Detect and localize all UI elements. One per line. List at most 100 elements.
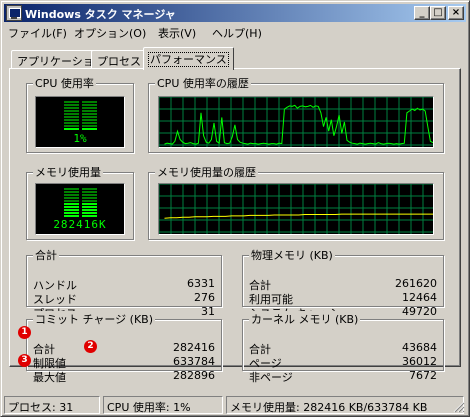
tab-processes[interactable]: プロセス	[91, 50, 147, 69]
memory-usage-meter: 282416K	[35, 183, 125, 235]
memory-history-title: メモリ使用量の履歴	[155, 164, 258, 180]
memory-meter-segment	[64, 188, 79, 190]
close-button[interactable]: ×	[448, 6, 464, 20]
totals-row-threads: スレッド 276	[33, 291, 215, 306]
cpu-meter-segment	[82, 113, 97, 115]
cpu-meter-segment	[64, 110, 79, 112]
tab-performance-label: パフォーマンス	[148, 52, 229, 67]
physical-memory-row-available: 利用可能 12464	[249, 291, 437, 306]
commit-charge-row-total: 合計 282416	[33, 341, 215, 356]
kernel-memory-group: カーネル メモリ (KB) 合計 43684 ページ 36012 非ページ 76…	[242, 311, 444, 384]
memory-meter-segment	[82, 209, 97, 211]
cpu-history-line	[164, 104, 433, 145]
callout-2: 2	[84, 340, 97, 353]
memory-history-plot	[159, 184, 433, 234]
cpu-usage-title: CPU 使用率	[33, 75, 96, 91]
memory-meter-segment	[82, 191, 97, 193]
memory-meter-segment	[64, 191, 79, 193]
kernel-memory-nonpaged-value: 7672	[409, 369, 437, 382]
cpu-history-title: CPU 使用率の履歴	[155, 75, 251, 91]
memory-usage-readout: 282416K	[53, 218, 107, 231]
commit-charge-title: コミット チャージ (KB)	[33, 311, 156, 327]
commit-charge-row-peak: 最大値 282896	[33, 369, 215, 384]
cpu-usage-meter: 1%	[35, 96, 125, 148]
cpu-meter-segment	[82, 107, 97, 109]
commit-charge-peak-label: 最大値	[33, 371, 66, 384]
minimize-button[interactable]: _	[414, 6, 430, 20]
kernel-memory-row-paged: ページ 36012	[249, 355, 437, 370]
cpu-meter-segment	[82, 125, 97, 127]
cpu-meter-segment	[64, 122, 79, 124]
memory-meter-segment	[64, 203, 79, 205]
tab-performance[interactable]: パフォーマンス	[143, 47, 234, 70]
kernel-memory-paged-value: 36012	[402, 355, 437, 368]
cpu-history-graph	[158, 96, 434, 148]
commit-charge-total-value: 282416	[173, 341, 215, 354]
cpu-meter-segment	[64, 119, 79, 121]
memory-history-line	[164, 213, 433, 219]
commit-charge-group: コミット チャージ (KB) 合計 282416 制限値 633784 最大値 …	[26, 311, 222, 384]
physical-memory-title: 物理メモリ (KB)	[249, 247, 335, 263]
resize-grip-icon[interactable]	[453, 401, 465, 413]
maximize-button[interactable]: □	[430, 6, 446, 20]
memory-meter-segment	[64, 200, 79, 202]
memory-meter-segment	[82, 215, 97, 217]
cpu-meter-segment	[82, 104, 97, 106]
cpu-meter-segment	[64, 107, 79, 109]
commit-charge-limit-value: 633784	[173, 355, 215, 368]
status-processes: プロセス: 31	[4, 396, 100, 414]
cpu-meter-segment	[64, 125, 79, 127]
callout-1: 1	[18, 326, 31, 339]
cpu-meter-segment	[82, 128, 97, 130]
menu-file[interactable]: ファイル(F)	[8, 25, 67, 41]
memory-meter-segment	[82, 188, 97, 190]
totals-handles-value: 6331	[187, 277, 215, 290]
tab-processes-label: プロセス	[97, 55, 141, 68]
memory-meter-segment	[82, 194, 97, 196]
cpu-meter-segment	[64, 116, 79, 118]
title-bar[interactable]: Windows タスク マネージャ _ □ ×	[4, 4, 466, 22]
commit-charge-row-limit: 制限値 633784	[33, 355, 215, 370]
totals-threads-value: 276	[194, 291, 215, 304]
commit-charge-peak-value: 282896	[173, 369, 215, 382]
physical-memory-row-total: 合計 261620	[249, 277, 437, 292]
physical-memory-total-value: 261620	[395, 277, 437, 290]
cpu-meter-segment	[82, 119, 97, 121]
physical-memory-group: 物理メモリ (KB) 合計 261620 利用可能 12464 システム キャッ…	[242, 247, 444, 320]
cpu-history-plot	[159, 97, 433, 147]
memory-meter-segment	[82, 212, 97, 214]
memory-meter-segment	[82, 200, 97, 202]
memory-meter-segment	[64, 194, 79, 196]
cpu-usage-readout: 1%	[73, 132, 87, 145]
kernel-memory-row-total: 合計 43684	[249, 341, 437, 356]
cpu-meter-segment	[64, 104, 79, 106]
cpu-meter-segment	[82, 101, 97, 103]
cpu-meter-segment	[64, 101, 79, 103]
physical-memory-available-value: 12464	[402, 291, 437, 304]
kernel-memory-title: カーネル メモリ (KB)	[249, 311, 361, 327]
memory-meter-segment	[64, 206, 79, 208]
totals-group: 合計 ハンドル 6331 スレッド 276 プロセス 31	[26, 247, 222, 320]
cpu-meter-segment	[64, 113, 79, 115]
cpu-meter-segment	[82, 122, 97, 124]
status-bar: プロセス: 31 CPU 使用率: 1% メモリ使用量: 282416 KB/6…	[4, 396, 466, 414]
memory-meter-segment	[64, 212, 79, 214]
menu-options[interactable]: オプション(O)	[74, 25, 146, 41]
task-manager-window: Windows タスク マネージャ _ □ × ファイル(F) オプション(O)…	[0, 0, 470, 417]
kernel-memory-total-value: 43684	[402, 341, 437, 354]
kernel-memory-nonpaged-label: 非ページ	[249, 371, 293, 384]
cpu-meter-segment	[82, 110, 97, 112]
memory-usage-title: メモリ使用量	[33, 164, 103, 180]
task-manager-app-icon[interactable]	[6, 5, 22, 21]
callout-3: 3	[18, 354, 31, 367]
cpu-meter-segment	[82, 116, 97, 118]
menu-help[interactable]: ヘルプ(H)	[212, 25, 262, 41]
menu-view[interactable]: 表示(V)	[158, 25, 196, 41]
memory-meter-segment	[64, 197, 79, 199]
status-memory: メモリ使用量: 282416 KB/633784 KB	[226, 396, 464, 414]
totals-row-handles: ハンドル 6331	[33, 277, 215, 292]
memory-meter-segment	[82, 197, 97, 199]
cpu-meter-segment	[64, 128, 79, 130]
kernel-memory-row-nonpaged: 非ページ 7672	[249, 369, 437, 384]
performance-panel: CPU 使用率 1% CPU 使用率の履歴 メモリ使用量 282416K メモリ…	[9, 68, 461, 384]
